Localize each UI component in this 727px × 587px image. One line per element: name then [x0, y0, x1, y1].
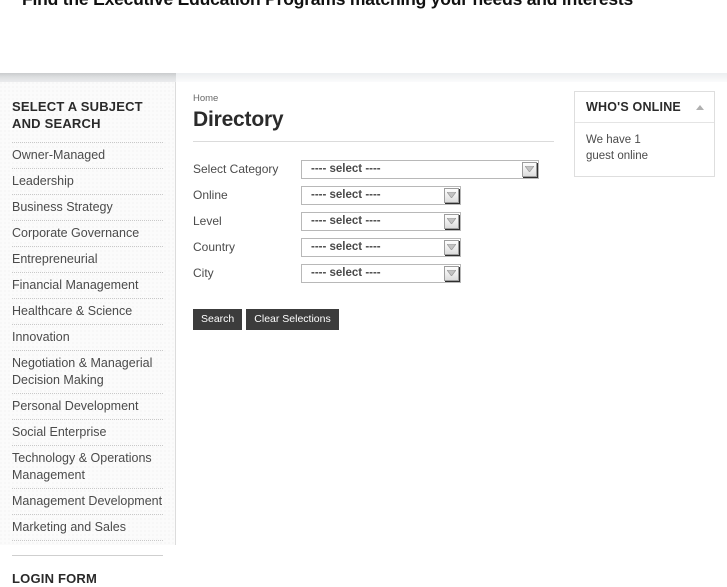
page-body: SELECT A SUBJECT AND SEARCH Owner-Manage… [0, 82, 727, 586]
whos-online-line2: guest online [586, 150, 649, 162]
form-label: Level [193, 214, 222, 228]
clear-selections-button[interactable]: Clear Selections [246, 309, 339, 330]
header-divider-left [0, 73, 176, 82]
sidebar-item-business-strategy[interactable]: Business Strategy [12, 194, 163, 220]
sidebar-item-negotiation-managerial-decision-making[interactable]: Negotiation & Managerial Decision Making [12, 350, 163, 393]
sidebar-item-label[interactable]: Marketing and Sales [12, 515, 163, 540]
sidebar-heading: SELECT A SUBJECT AND SEARCH [12, 99, 143, 131]
sidebar-item-management-development[interactable]: Management Development [12, 488, 163, 514]
select-value: ---- select ---- [311, 162, 381, 175]
sidebar-item-label[interactable]: Leadership [12, 169, 163, 194]
form-row-country: Country ---- select ---- [193, 234, 561, 260]
country-dropdown[interactable]: ---- select ---- [301, 237, 461, 257]
sidebar-item-label[interactable]: Social Enterprise [12, 420, 163, 445]
sidebar-item-innovation[interactable]: Innovation [12, 324, 163, 350]
sidebar-item-label[interactable]: Financial Management [12, 273, 163, 298]
whos-online-line1: We have 1 [586, 134, 641, 146]
sidebar-item-social-enterprise[interactable]: Social Enterprise [12, 419, 163, 445]
page-header-band: Find the Executive Education Programs ma… [0, 0, 727, 73]
form-label: City [193, 266, 214, 280]
select-value: ---- select ---- [311, 240, 381, 253]
sidebar-item-label[interactable]: Negotiation & Managerial Decision Making [12, 351, 163, 393]
sidebar: SELECT A SUBJECT AND SEARCH Owner-Manage… [0, 82, 176, 586]
select-category-dropdown[interactable]: ---- select ---- [301, 159, 539, 179]
sidebar-item-label[interactable]: Corporate Governance [12, 221, 163, 246]
form-row-select-category: Select Category ---- select ---- [193, 156, 561, 182]
sidebar-item-label[interactable]: Personal Development [12, 394, 163, 419]
city-dropdown[interactable]: ---- select ---- [301, 263, 461, 283]
breadcrumb[interactable]: Home [193, 82, 561, 105]
form-row-online: Online ---- select ---- [193, 182, 561, 208]
sidebar-menu: Owner-Managed Leadership Business Strate… [0, 142, 175, 541]
sidebar-item-personal-development[interactable]: Personal Development [12, 393, 163, 419]
sidebar-item-label[interactable]: Management Development [12, 489, 163, 514]
chevron-down-icon[interactable] [444, 213, 459, 229]
title-rule [193, 141, 554, 142]
sidebar-item-marketing-and-sales[interactable]: Marketing and Sales [12, 514, 163, 541]
sidebar-item-entrepreneurial[interactable]: Entrepreneurial [12, 246, 163, 272]
caret-up-icon[interactable] [696, 105, 704, 110]
page-title: Directory [193, 108, 284, 131]
form-button-row: Search Clear Selections [193, 309, 561, 330]
online-dropdown[interactable]: ---- select ---- [301, 185, 461, 205]
level-dropdown[interactable]: ---- select ---- [301, 211, 461, 231]
select-value: ---- select ---- [311, 188, 381, 201]
sidebar-item-technology-operations-management[interactable]: Technology & Operations Management [12, 445, 163, 488]
sidebar-item-financial-management[interactable]: Financial Management [12, 272, 163, 298]
whos-online-header: WHO'S ONLINE [575, 92, 714, 123]
directory-search-form: Select Category ---- select ---- Online … [193, 156, 561, 330]
sidebar-item-leadership[interactable]: Leadership [12, 168, 163, 194]
sidebar-item-label[interactable]: Technology & Operations Management [12, 446, 163, 488]
form-label: Online [193, 188, 228, 202]
page-headline: Find the Executive Education Programs ma… [22, 0, 662, 13]
form-row-city: City ---- select ---- [193, 260, 561, 286]
select-value: ---- select ---- [311, 266, 381, 279]
header-divider-right [176, 73, 727, 82]
chevron-down-icon[interactable] [444, 265, 459, 281]
chevron-down-icon[interactable] [522, 161, 537, 177]
sidebar-item-corporate-governance[interactable]: Corporate Governance [12, 220, 163, 246]
search-button[interactable]: Search [193, 309, 243, 330]
sidebar-item-healthcare-science[interactable]: Healthcare & Science [12, 298, 163, 324]
right-column: WHO'S ONLINE We have 1 guest online [561, 82, 727, 545]
sidebar-item-owner-managed[interactable]: Owner-Managed [12, 142, 163, 168]
main-content: Home Directory Select Category ---- sele… [176, 82, 561, 545]
whos-online-body: We have 1 guest online [575, 123, 714, 176]
sidebar-item-label[interactable]: Business Strategy [12, 195, 163, 220]
sidebar-item-label[interactable]: Healthcare & Science [12, 299, 163, 324]
form-label: Country [193, 240, 236, 254]
form-label: Select Category [193, 162, 279, 176]
select-value: ---- select ---- [311, 214, 381, 227]
sidebar-item-label[interactable]: Innovation [12, 325, 163, 350]
whos-online-module: WHO'S ONLINE We have 1 guest online [574, 91, 715, 177]
form-row-level: Level ---- select ---- [193, 208, 561, 234]
chevron-down-icon[interactable] [444, 187, 459, 203]
chevron-down-icon[interactable] [444, 239, 459, 255]
login-form-heading: LOGIN FORM [12, 571, 98, 586]
sidebar-item-label[interactable]: Owner-Managed [12, 143, 163, 168]
sidebar-item-label[interactable]: Entrepreneurial [12, 247, 163, 272]
whos-online-title: WHO'S ONLINE [586, 100, 681, 114]
